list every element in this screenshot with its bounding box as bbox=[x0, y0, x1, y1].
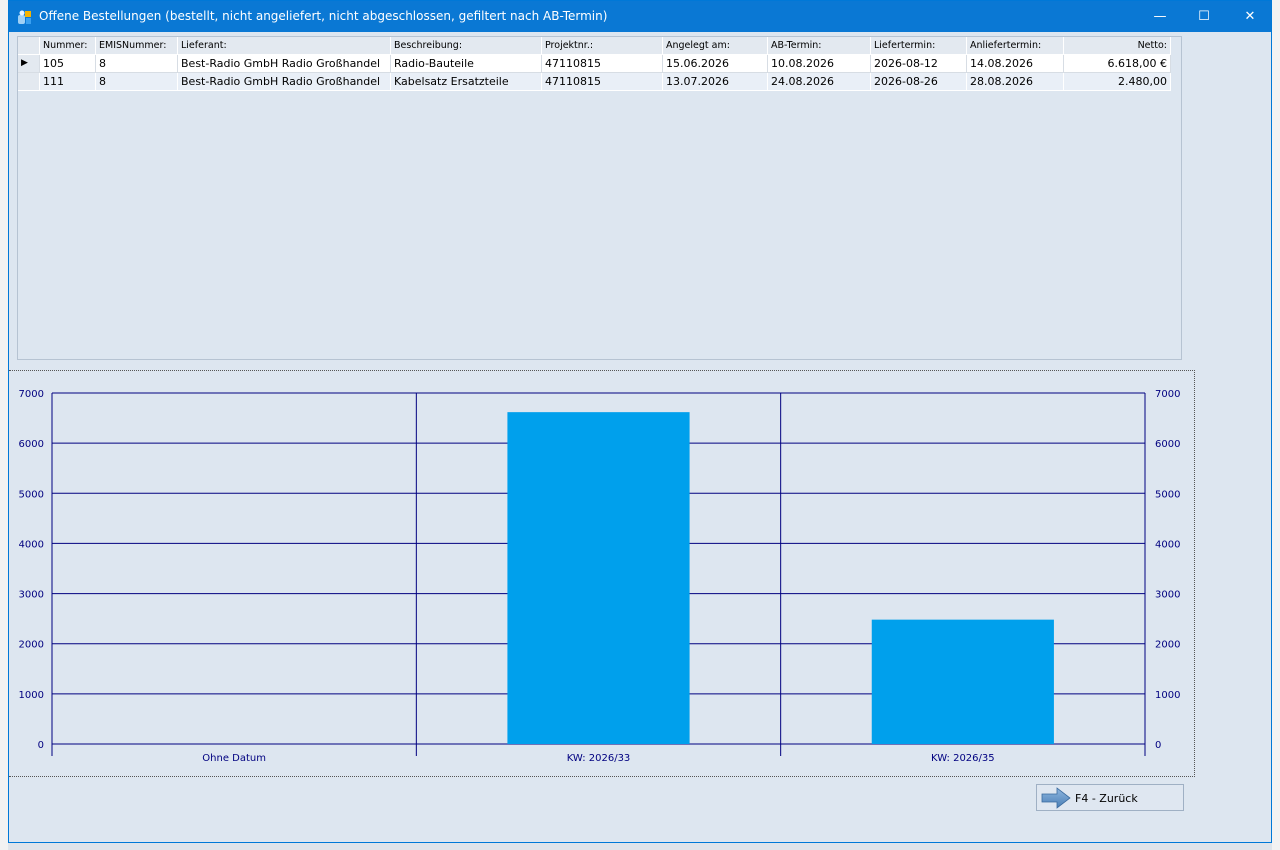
window-title: Offene Bestellungen (bestellt, nicht ang… bbox=[39, 9, 608, 23]
table-cell: 105 bbox=[40, 55, 96, 73]
bar bbox=[507, 412, 690, 744]
close-button[interactable]: ✕ bbox=[1227, 1, 1271, 32]
minimize-button[interactable]: — bbox=[1137, 1, 1183, 32]
table-cell: 6.618,00 € bbox=[1064, 55, 1171, 73]
chart-canvas: 0 0 1000 1000 2000 2000 3000 3000 4000 4000 5000 50… bbox=[19, 389, 1181, 764]
table-cell: 28.08.2026 bbox=[967, 73, 1064, 91]
table-row[interactable]: ▶ 105 8 Best-Radio GmbH Radio Großhandel Rad… bbox=[18, 55, 1171, 73]
y-tick-label-left: 1000 bbox=[19, 690, 44, 701]
table-row[interactable]: 111 8 Best-Radio GmbH Radio Großhandel Kabe… bbox=[18, 73, 1171, 91]
y-tick-label-right: 4000 bbox=[1155, 539, 1180, 550]
column-header[interactable]: EMISNummer: bbox=[96, 37, 178, 55]
table-cell: Best-Radio GmbH Radio Großhandel bbox=[178, 55, 391, 73]
table-cell: 8 bbox=[96, 55, 178, 73]
y-tick-label-right: 3000 bbox=[1155, 590, 1180, 601]
maximize-icon: ☐ bbox=[1198, 9, 1210, 24]
main-window: Offene Bestellungen (bestellt, nicht ang… bbox=[8, 0, 1272, 843]
table-cell: 2026-08-12 bbox=[871, 55, 967, 73]
column-header[interactable]: AB-Termin: bbox=[768, 37, 871, 55]
table-cell: Best-Radio GmbH Radio Großhandel bbox=[178, 73, 391, 91]
table-cell: 15.06.2026 bbox=[663, 55, 768, 73]
title-bar: Offene Bestellungen (bestellt, nicht ang… bbox=[9, 1, 1271, 32]
column-header[interactable]: Liefertermin: bbox=[871, 37, 967, 55]
y-tick-label-right: 7000 bbox=[1155, 389, 1180, 400]
orders-chart: 0 0 1000 1000 2000 2000 3000 3000 4000 4000 5000 50… bbox=[9, 370, 1195, 777]
table-header: Nummer: EMISNummer: Lieferant: Beschreibung… bbox=[18, 37, 1171, 55]
close-icon: ✕ bbox=[1244, 9, 1256, 24]
y-tick-label-left: 7000 bbox=[19, 389, 44, 400]
table-cell: 111 bbox=[40, 73, 96, 91]
column-header[interactable]: Lieferant: bbox=[178, 37, 391, 55]
column-header[interactable]: Anliefertermin: bbox=[967, 37, 1064, 55]
table-cell: 10.08.2026 bbox=[768, 55, 871, 73]
table-cell: 8 bbox=[96, 73, 178, 91]
column-header[interactable]: Nummer: bbox=[40, 37, 96, 55]
back-button[interactable]: F4 - Zurück bbox=[1036, 784, 1184, 811]
column-header[interactable]: Angelegt am: bbox=[663, 37, 768, 55]
orders-table: Nummer: EMISNummer: Lieferant: Beschreibung… bbox=[17, 36, 1182, 360]
y-tick-label-left: 4000 bbox=[19, 539, 44, 550]
arrow-right-icon bbox=[1041, 787, 1071, 809]
x-tick-label: KW: 2026/33 bbox=[567, 753, 631, 764]
bar bbox=[871, 619, 1054, 744]
y-tick-label-right: 1000 bbox=[1155, 690, 1180, 701]
table-cell: 2026-08-26 bbox=[871, 73, 967, 91]
y-tick-label-right: 2000 bbox=[1155, 640, 1180, 651]
table-cell: 13.07.2026 bbox=[663, 73, 768, 91]
column-header[interactable]: Beschreibung: bbox=[391, 37, 542, 55]
minimize-icon: — bbox=[1153, 9, 1167, 24]
row-indicator[interactable] bbox=[18, 73, 40, 91]
table-cell: 2.480,00 bbox=[1064, 73, 1171, 91]
column-header[interactable]: Projektnr.: bbox=[542, 37, 663, 55]
y-tick-label-left: 2000 bbox=[19, 640, 44, 651]
table-cell: 24.08.2026 bbox=[768, 73, 871, 91]
y-tick-label-left: 0 bbox=[38, 740, 44, 751]
app-icon bbox=[18, 10, 31, 24]
table-cell: Radio-Bauteile bbox=[391, 55, 542, 73]
y-tick-label-right: 5000 bbox=[1155, 489, 1180, 500]
maximize-button[interactable]: ☐ bbox=[1181, 1, 1227, 32]
x-tick-label: Ohne Datum bbox=[202, 753, 266, 764]
y-tick-label-right: 6000 bbox=[1155, 439, 1180, 450]
y-tick-label-left: 6000 bbox=[19, 439, 44, 450]
background-window-edge bbox=[0, 0, 8, 850]
table-cell: 47110815 bbox=[542, 55, 663, 73]
table-cell: Kabelsatz Ersatzteile bbox=[391, 73, 542, 91]
background-window-edge-right bbox=[1272, 0, 1280, 850]
table-cell: 47110815 bbox=[542, 73, 663, 91]
x-tick-label: KW: 2026/35 bbox=[931, 753, 995, 764]
y-tick-label-left: 3000 bbox=[19, 590, 44, 601]
table-cell: 14.08.2026 bbox=[967, 55, 1064, 73]
y-tick-label-right: 0 bbox=[1155, 740, 1161, 751]
column-header[interactable]: Netto: bbox=[1064, 37, 1171, 55]
header-corner bbox=[18, 37, 40, 55]
y-tick-label-left: 5000 bbox=[19, 489, 44, 500]
back-button-label: F4 - Zurück bbox=[1075, 792, 1138, 805]
row-indicator[interactable]: ▶ bbox=[18, 55, 40, 73]
